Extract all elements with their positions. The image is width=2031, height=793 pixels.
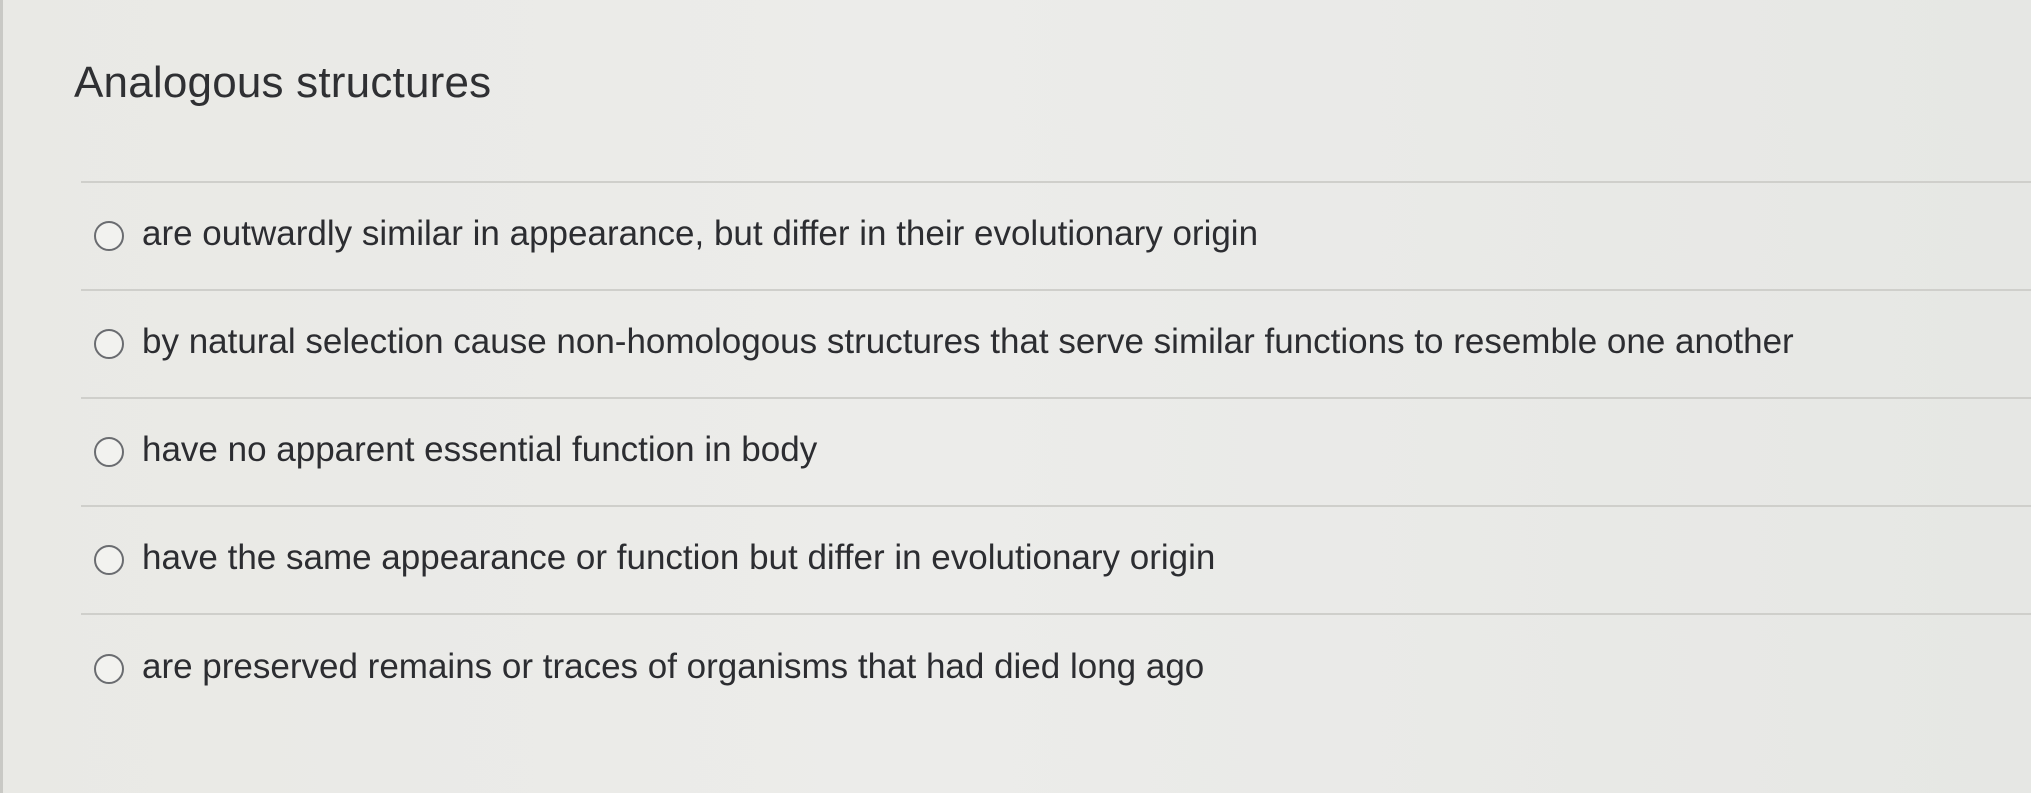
radio-button-4[interactable] (94, 545, 124, 575)
answer-option-1[interactable]: are outwardly similar in appearance, but… (81, 183, 2031, 291)
answer-option-2[interactable]: by natural selection cause non-homologou… (81, 291, 2031, 399)
radio-button-5[interactable] (94, 654, 124, 684)
question-title: Analogous structures (74, 58, 492, 107)
radio-button-2[interactable] (94, 329, 124, 359)
answer-option-label: have no apparent essential function in b… (142, 430, 818, 469)
quiz-question-panel: Analogous structures are outwardly simil… (0, 0, 2031, 793)
answer-option-3[interactable]: have no apparent essential function in b… (81, 399, 2031, 507)
answer-options-list: are outwardly similar in appearance, but… (81, 181, 2031, 723)
radio-button-1[interactable] (94, 221, 124, 251)
answer-option-4[interactable]: have the same appearance or function but… (81, 507, 2031, 615)
answer-option-label: are outwardly similar in appearance, but… (142, 214, 1259, 253)
answer-option-label: are preserved remains or traces of organ… (142, 647, 1205, 686)
radio-button-3[interactable] (94, 437, 124, 467)
answer-option-label: by natural selection cause non-homologou… (142, 322, 1794, 361)
answer-option-5[interactable]: are preserved remains or traces of organ… (81, 615, 2031, 723)
answer-option-label: have the same appearance or function but… (142, 538, 1216, 577)
